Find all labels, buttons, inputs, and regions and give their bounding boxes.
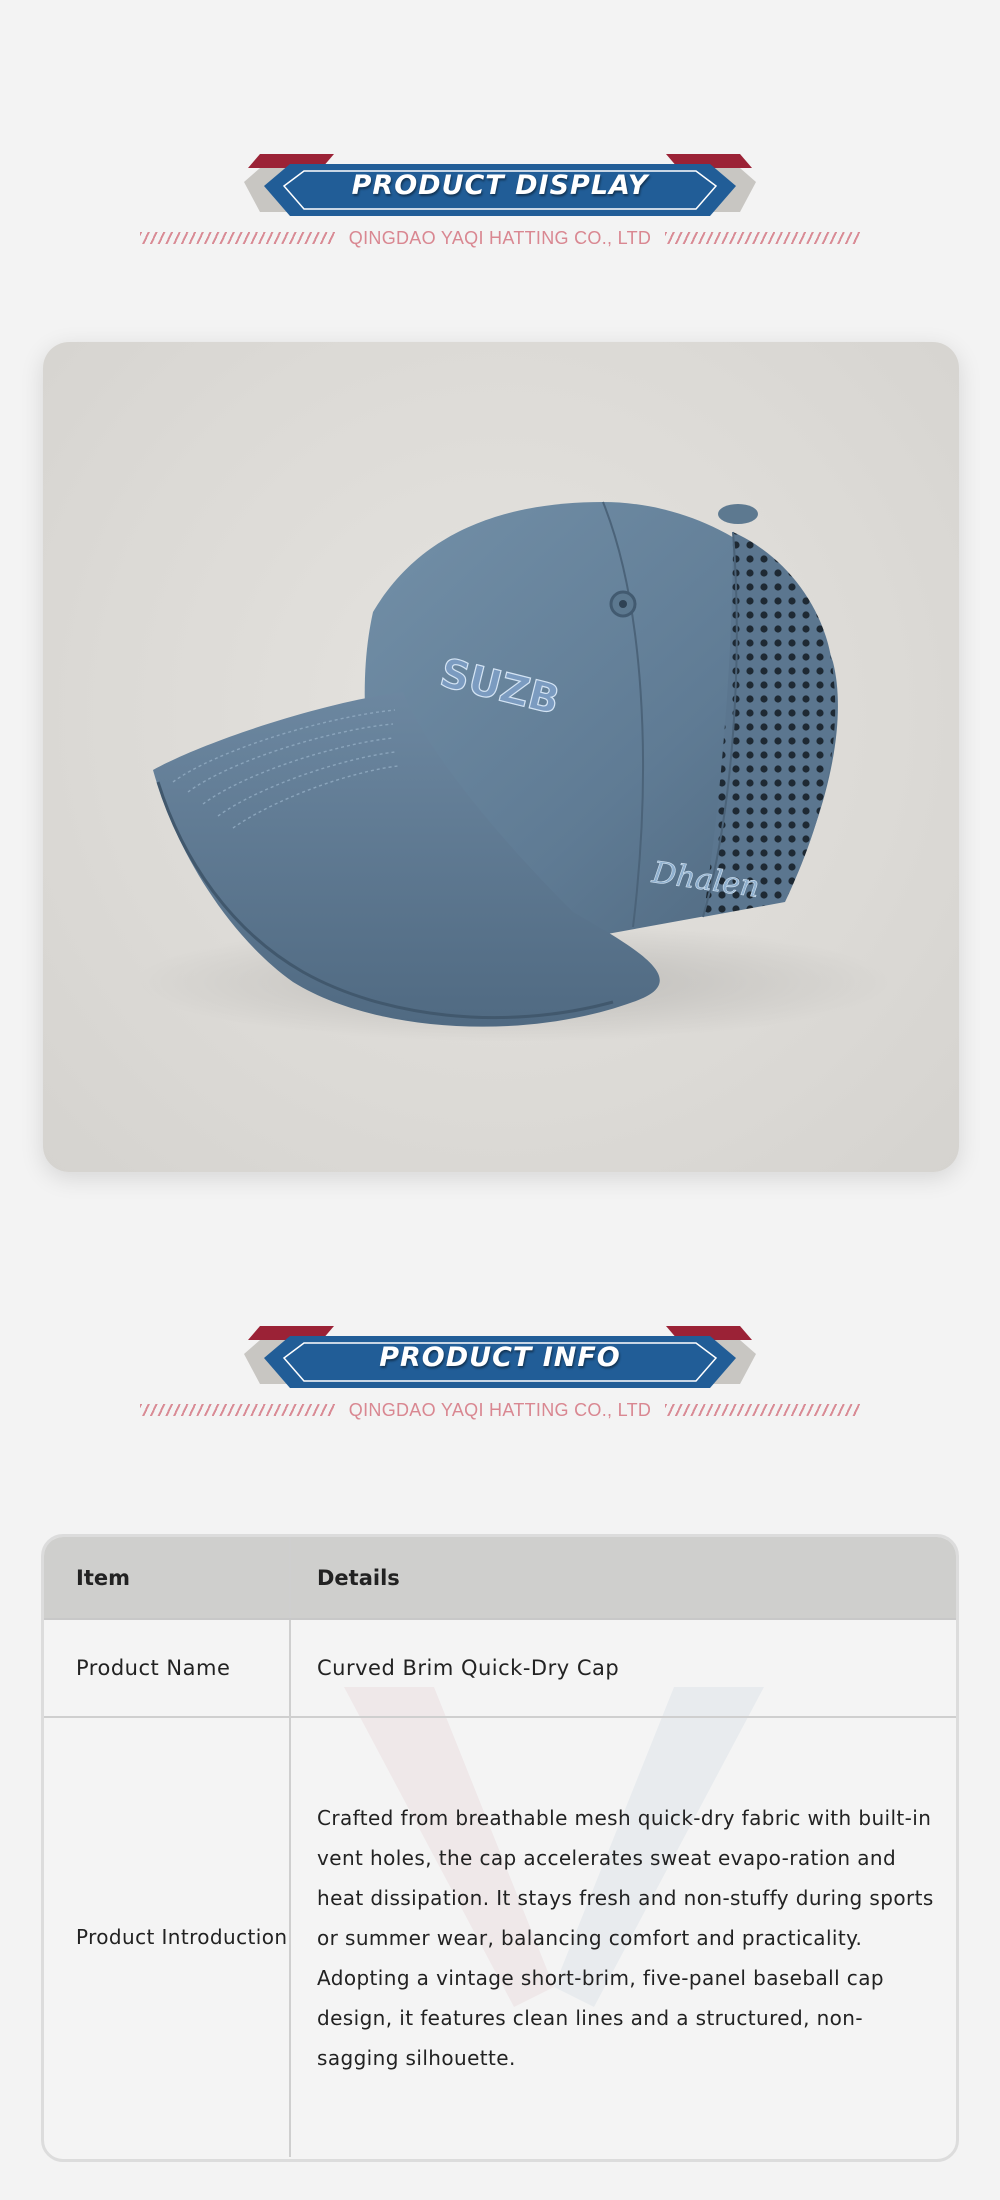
row-label: Product Introduction	[44, 1717, 291, 2157]
company-subtitle-row: QINGDAO YAQI HATTING CO., LTD	[140, 1397, 860, 1423]
table-row: Product Introduction Crafted from breath…	[44, 1717, 956, 2157]
row-value: Crafted from breathable mesh quick-dry f…	[290, 1717, 956, 2157]
hatch-decoration-left	[140, 232, 335, 244]
hatch-decoration-left	[140, 1404, 335, 1416]
product-info-table: Item Details Product Name Curved Brim Qu…	[41, 1534, 959, 2162]
table-row: Product Name Curved Brim Quick-Dry Cap	[44, 1619, 956, 1718]
intro-paragraph-1: Crafted from breathable mesh quick-dry f…	[317, 1805, 934, 1950]
baseball-cap-image: SUZB Dhalen	[133, 501, 893, 1042]
banner-title: PRODUCT DISPLAY	[351, 170, 649, 201]
section-banner: PRODUCT DISPLAY	[244, 152, 756, 232]
intro-label-text: Product Introduction	[76, 1925, 288, 1949]
company-name: QINGDAO YAQI HATTING CO., LTD	[348, 227, 652, 248]
product-photo: SUZB Dhalen	[43, 342, 959, 1172]
intro-paragraph-2: Adopting a vintage short-brim, five-pane…	[317, 1965, 884, 2070]
product-info-header: PRODUCT INFO QINGDAO YAQI HATTING CO., L…	[0, 1324, 1000, 1444]
company-subtitle-row: QINGDAO YAQI HATTING CO., LTD	[140, 225, 860, 251]
row-value: Curved Brim Quick-Dry Cap	[290, 1619, 956, 1718]
product-display-header: PRODUCT DISPLAY QINGDAO YAQI HATTING CO.…	[0, 152, 1000, 272]
row-label: Product Name	[44, 1619, 291, 1718]
header-item: Item	[44, 1537, 291, 1620]
header-details: Details	[290, 1537, 956, 1620]
section-banner: PRODUCT INFO	[244, 1324, 756, 1404]
company-name: QINGDAO YAQI HATTING CO., LTD	[348, 1399, 652, 1420]
table-header-row: Item Details	[44, 1537, 956, 1620]
banner-title: PRODUCT INFO	[379, 1342, 621, 1373]
hatch-decoration-right	[665, 232, 860, 244]
hatch-decoration-right	[665, 1404, 860, 1416]
